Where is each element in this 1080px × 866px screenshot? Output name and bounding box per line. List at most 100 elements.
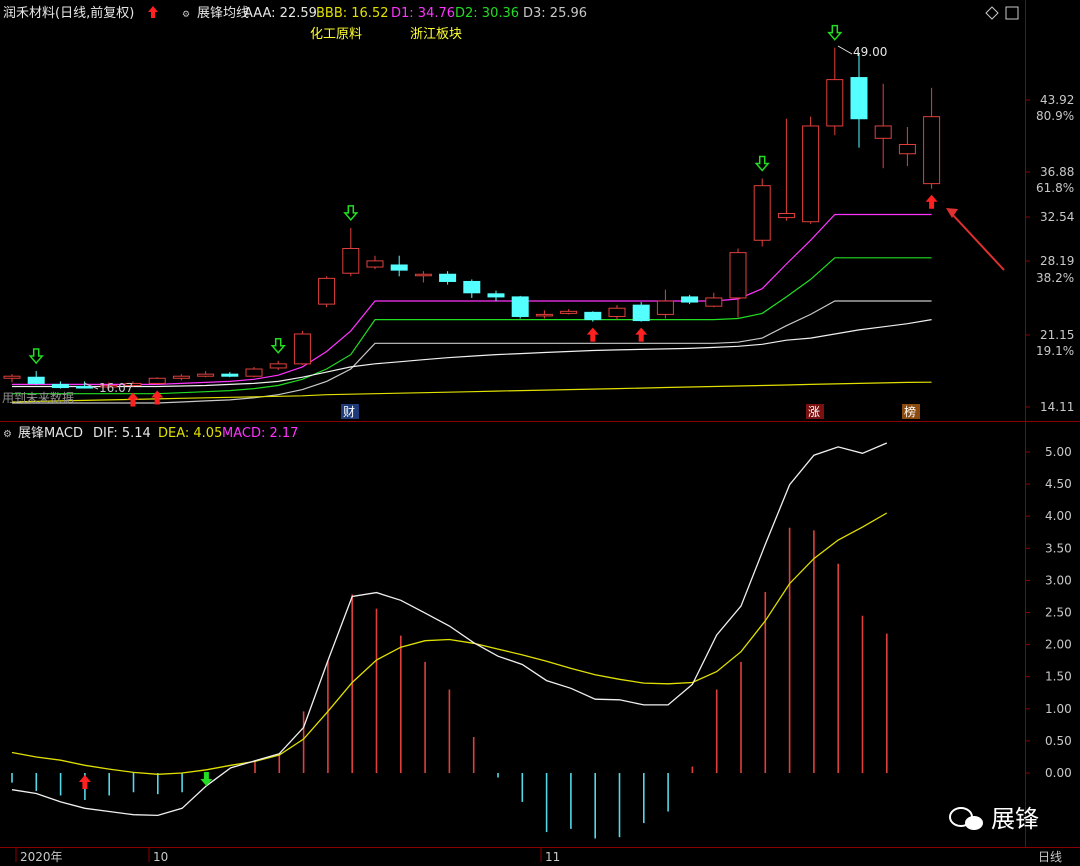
candle[interactable]: [511, 295, 529, 319]
finance-marker[interactable]: 财: [341, 404, 359, 419]
candle[interactable]: [898, 126, 916, 167]
candle-body: [463, 280, 481, 294]
candle-body: [560, 310, 578, 314]
sequence-count: 2: [929, 73, 937, 87]
candle-body: [874, 125, 892, 139]
svg-text:展锋: 展锋: [991, 805, 1039, 833]
candle[interactable]: [245, 366, 263, 378]
candle-body: [826, 79, 844, 127]
limit-up-marker[interactable]: 涨: [806, 404, 824, 419]
candle[interactable]: [487, 290, 505, 302]
bbb-value: BBB: 16.52: [316, 6, 388, 21]
ma-line-d1: [12, 213, 932, 385]
candle[interactable]: [705, 292, 723, 308]
candle-body: [148, 377, 166, 384]
macd-value: MACD: 2.17: [222, 426, 298, 441]
macd-tick: 4.50: [1045, 477, 1072, 491]
macd-tick: 1.50: [1045, 670, 1072, 684]
candle-body: [923, 116, 941, 185]
annotation-arrow: [951, 213, 1005, 271]
sequence-count: 5: [735, 234, 743, 248]
candle[interactable]: [51, 381, 69, 389]
candle[interactable]: [342, 227, 360, 277]
diamond-icon[interactable]: [985, 6, 999, 20]
candle[interactable]: [414, 271, 432, 283]
candle[interactable]: [777, 118, 795, 221]
candle-body: [802, 125, 820, 223]
candle[interactable]: [608, 305, 626, 320]
candle[interactable]: [318, 276, 336, 308]
candle[interactable]: [148, 377, 166, 385]
candle[interactable]: [439, 271, 457, 285]
candle-body: [414, 273, 432, 277]
price-tick: 36.88: [1040, 165, 1074, 179]
watermark: 展锋: [949, 805, 1039, 833]
annotation-arrowhead: [946, 208, 958, 218]
settings-icon: ⚙: [182, 10, 190, 20]
macd-tick: 3.00: [1045, 573, 1072, 587]
max-price-label: 49.00: [853, 45, 887, 59]
price-header: 润禾材料(日线,前复权) ⚙ 展锋均线 AAA: 22.59 BBB: 16.5…: [3, 5, 1019, 42]
sequence-count: 7: [783, 104, 791, 118]
min-price-label: 16.07: [99, 381, 133, 395]
date-tick: 2020年: [20, 850, 63, 864]
sequence-count: 1: [638, 287, 646, 301]
percent-tick: 80.9%: [1036, 109, 1074, 123]
candle[interactable]: [172, 374, 190, 381]
candle-body: [293, 333, 311, 365]
candle[interactable]: [632, 302, 650, 322]
candle[interactable]: [656, 289, 674, 319]
candle[interactable]: [197, 371, 215, 378]
d1-value: D1: 34.76: [391, 6, 455, 21]
candle[interactable]: [293, 330, 311, 365]
price-tick: 21.15: [1040, 328, 1074, 342]
stock-chart[interactable]: 4 56 7 8 9 1 2 3 4 5 678912 3 4567 891 2 43.9236.8832.…: [0, 0, 1080, 866]
candle[interactable]: [269, 360, 287, 371]
period-label[interactable]: 日线: [1038, 850, 1062, 864]
sequence-count: 9: [130, 366, 138, 380]
candle-body: [681, 296, 699, 303]
candle[interactable]: [826, 47, 844, 136]
svg-text:榜: 榜: [904, 404, 916, 419]
candle[interactable]: [560, 309, 578, 315]
candle-body: [487, 293, 505, 298]
candle[interactable]: [3, 374, 21, 383]
d2-value: D2: 30.36: [455, 6, 519, 21]
candle-body: [632, 304, 650, 322]
macd-header: ⚙ 展锋MACD DIF: 5.14 DEA: 4.05 MACD: 2.17: [3, 426, 298, 441]
sequence-count: 1: [154, 362, 162, 376]
candle-body: [76, 386, 94, 389]
candle-body: [318, 277, 336, 305]
sequence-count: 8: [324, 261, 332, 275]
sequence-count: 4: [711, 278, 719, 292]
candle[interactable]: [753, 178, 771, 247]
candle[interactable]: [463, 279, 481, 298]
concept-chemical: 化工原料: [310, 27, 362, 42]
concept-zhejiang: 浙江板块: [410, 27, 462, 42]
candle-body: [705, 297, 723, 307]
ranking-marker[interactable]: 榜: [902, 404, 920, 419]
candle[interactable]: [27, 371, 45, 385]
macd-tick: 4.00: [1045, 509, 1072, 523]
sequence-count: 8: [106, 367, 114, 381]
candle[interactable]: [923, 87, 941, 189]
candle[interactable]: [390, 255, 408, 277]
sell-arrow-icon: [200, 772, 213, 786]
candle[interactable]: [850, 52, 868, 148]
sequence-count: 6: [57, 366, 65, 380]
sequence-count: 7: [299, 316, 307, 330]
candle[interactable]: [681, 294, 699, 305]
future-data-notice: 用到未来数据: [2, 390, 74, 405]
candle-body: [51, 383, 69, 389]
stock-title: 润禾材料(日线,前复权): [3, 5, 134, 21]
candle[interactable]: [221, 372, 239, 378]
candle[interactable]: [802, 116, 820, 224]
candle[interactable]: [366, 255, 384, 270]
candle-body: [535, 313, 553, 317]
candle[interactable]: [729, 248, 747, 318]
candle[interactable]: [874, 83, 892, 169]
candle[interactable]: [535, 310, 553, 319]
macd-panel: [11, 442, 888, 839]
window-icon[interactable]: [1005, 6, 1019, 20]
ma-line-bbb: [11, 381, 932, 403]
